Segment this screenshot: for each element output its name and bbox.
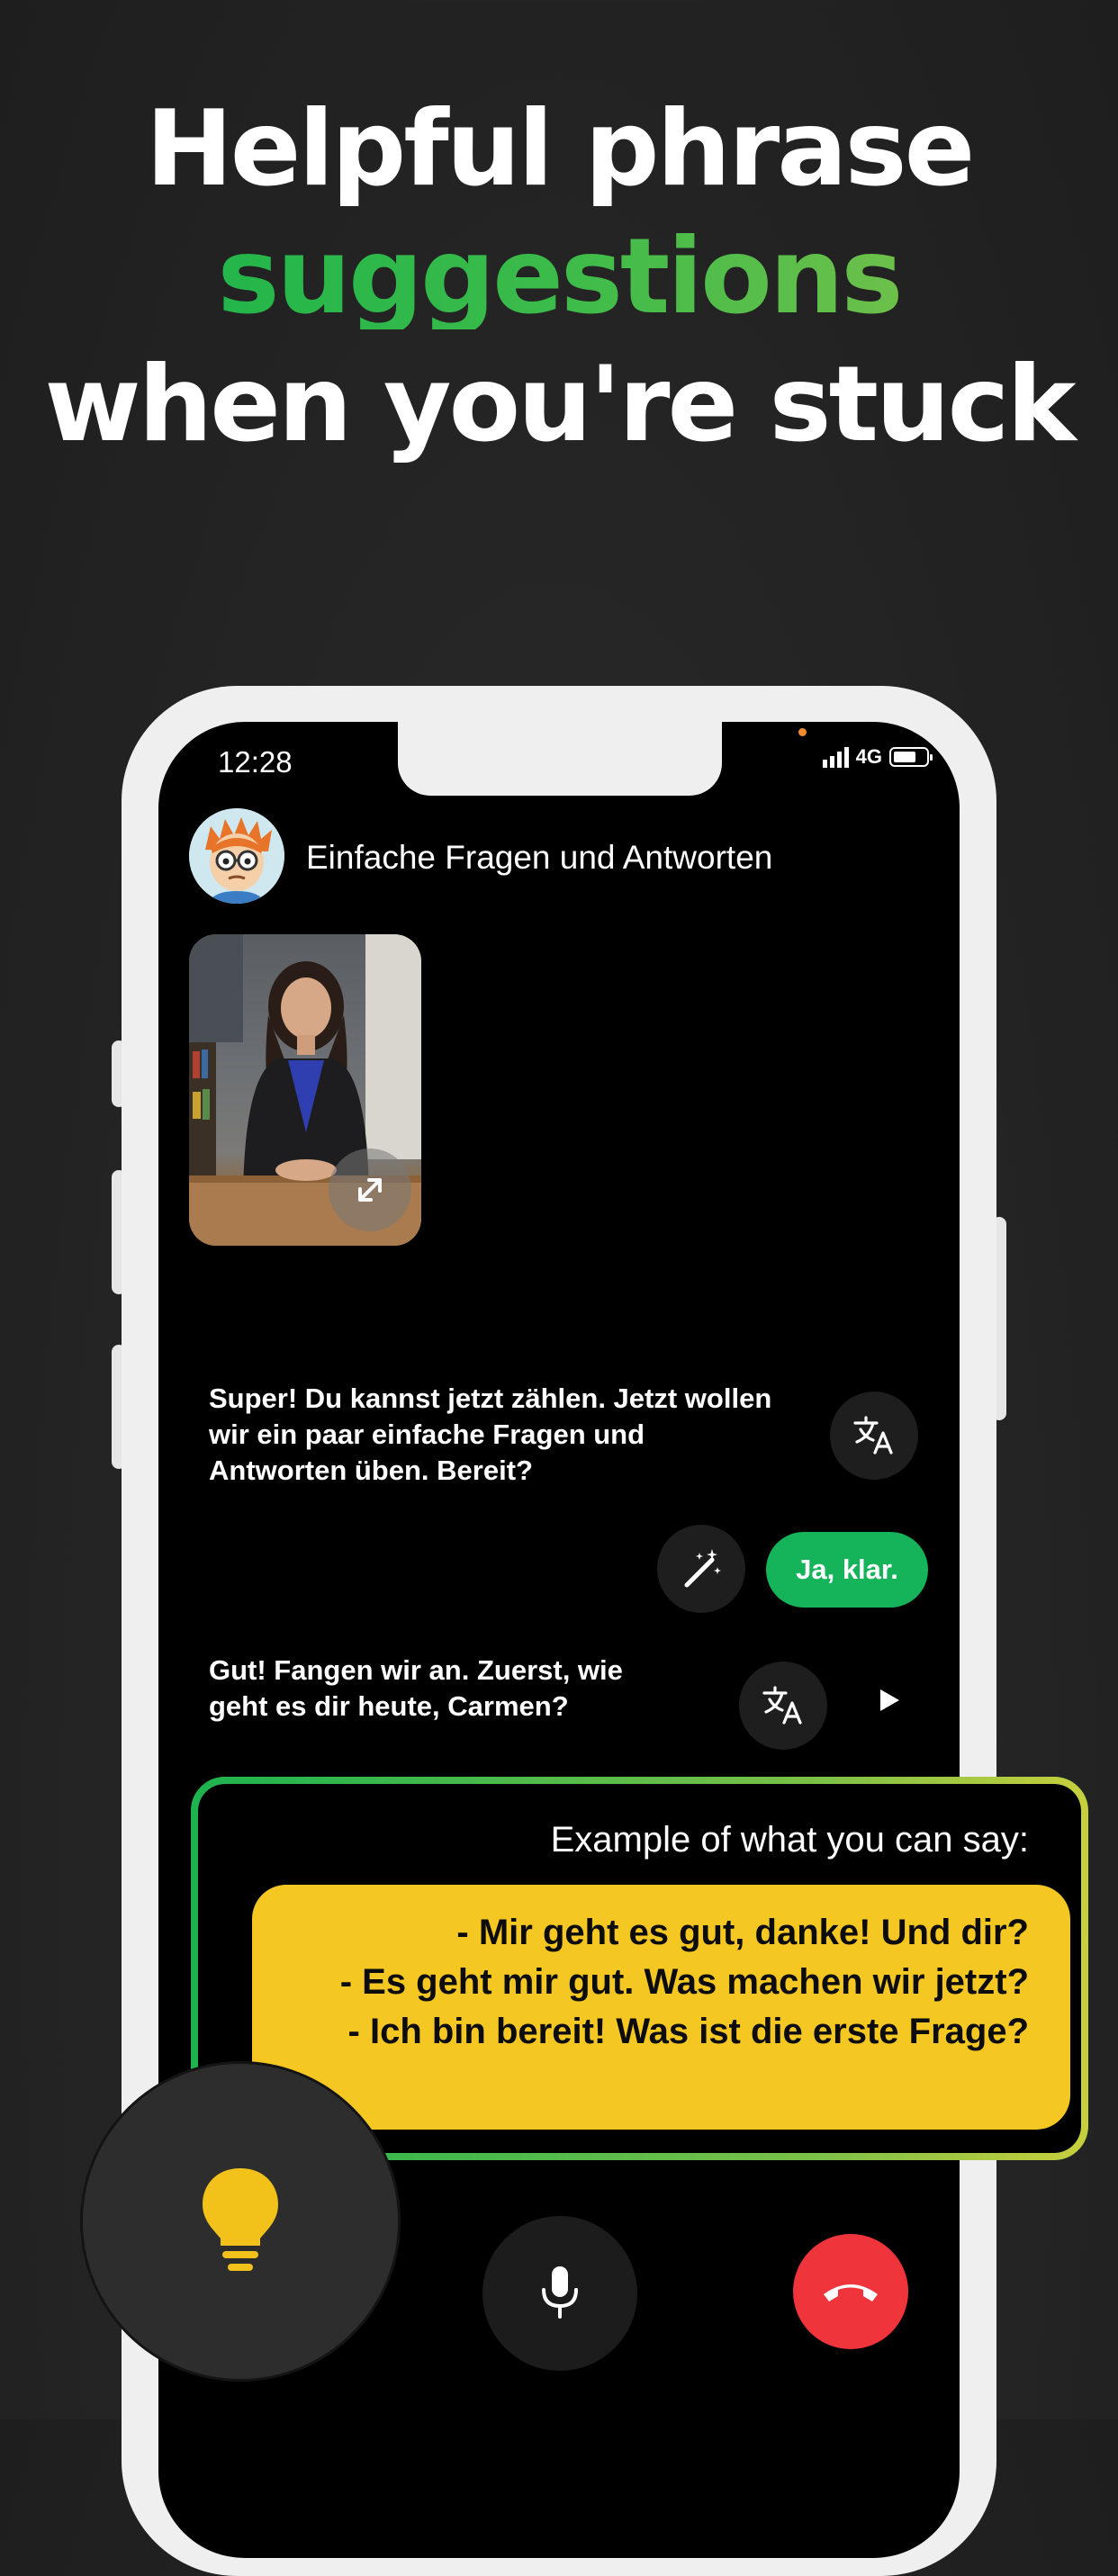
- user-message-1: Ja, klar.: [766, 1532, 928, 1608]
- play-icon: [880, 1689, 899, 1711]
- expand-video-button[interactable]: [329, 1148, 411, 1231]
- camera-indicator: [798, 728, 807, 736]
- avatar[interactable]: [189, 808, 284, 904]
- network-label: 4G: [855, 745, 882, 768]
- battery-icon: [889, 747, 933, 767]
- signal-icon: [822, 746, 849, 768]
- microphone-icon: [542, 2266, 578, 2319]
- headline-line-2: suggestions: [0, 225, 1118, 329]
- tutor-video[interactable]: [189, 934, 421, 1246]
- suggestion-phrase-1[interactable]: - Mir geht es gut, danke! Und dir?: [279, 1908, 1029, 1958]
- headline-line-3: when you're stuck: [44, 344, 1076, 465]
- hang-up-button[interactable]: [793, 2234, 908, 2349]
- translate-icon: [853, 1416, 893, 1455]
- suggestion-phrase-3[interactable]: - Ich bin bereit! Was ist die erste Frag…: [279, 2007, 1029, 2057]
- suggestion-caption: Example of what you can say:: [550, 1820, 1029, 1860]
- microphone-button[interactable]: [482, 2216, 637, 2371]
- tutor-message-2: Gut! Fangen wir an. Zuerst, wie geht es …: [209, 1654, 623, 1722]
- expand-icon: [358, 1178, 382, 1202]
- translate-icon: [762, 1686, 802, 1725]
- chat-title: Einfache Fragen und Antworten: [306, 839, 773, 876]
- status-icons: 4G: [822, 745, 933, 769]
- translate-button-2[interactable]: [739, 1662, 827, 1750]
- suggestion-phrase-2[interactable]: - Es geht mir gut. Was machen wir jetzt?: [279, 1958, 1029, 2007]
- suggestion-card: - Mir geht es gut, danke! Und dir? - Es …: [252, 1885, 1070, 2130]
- phone-notch: [398, 722, 722, 796]
- status-time: 12:28: [218, 745, 293, 779]
- tutor-message-1: Super! Du kannst jetzt zählen. Jetzt wol…: [209, 1383, 772, 1486]
- improve-answer-button[interactable]: [657, 1525, 745, 1613]
- headline-line-1: Helpful phrase: [145, 88, 976, 210]
- translate-button-1[interactable]: [830, 1392, 918, 1480]
- magic-wand-icon: [684, 1549, 721, 1588]
- play-audio-button[interactable]: [873, 1684, 906, 1716]
- lightbulb-icon: [203, 2168, 278, 2271]
- hint-button[interactable]: [80, 2061, 401, 2382]
- hang-up-icon: [824, 2284, 878, 2301]
